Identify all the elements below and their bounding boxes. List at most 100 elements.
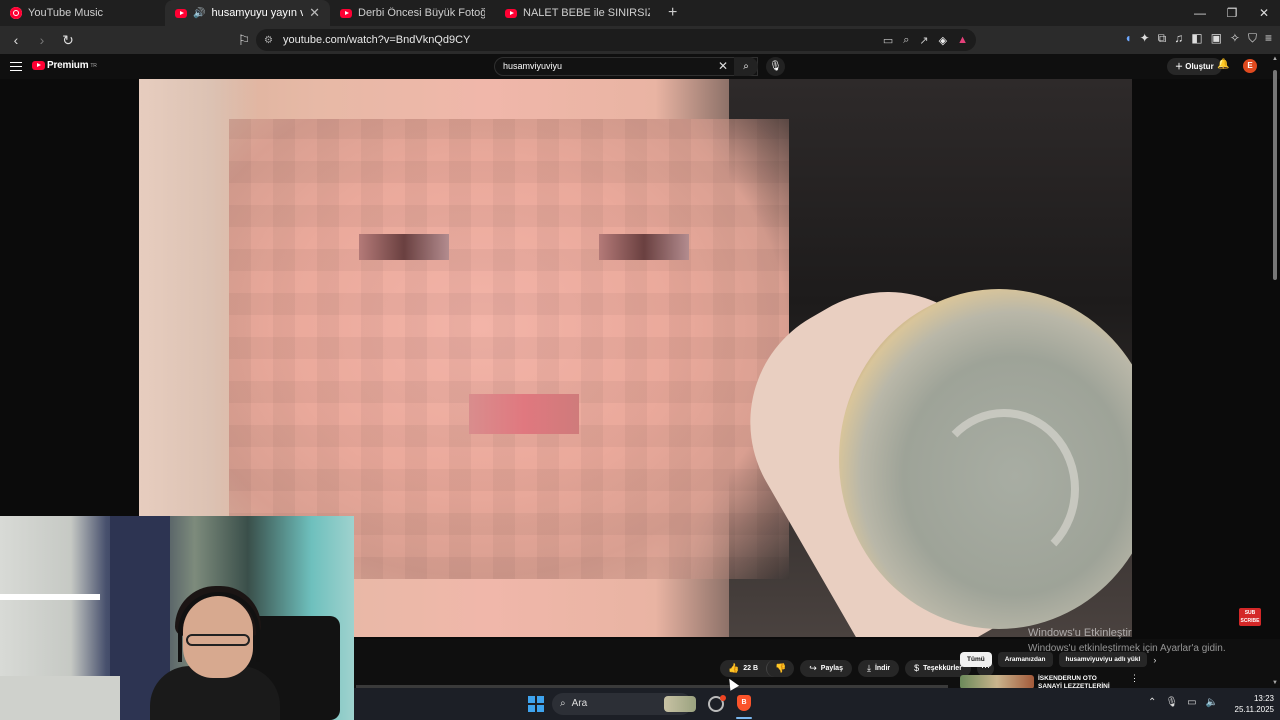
subscribe-badge[interactable]: SUB SCRIBE: [1239, 608, 1261, 626]
create-label: Oluştur: [1185, 62, 1214, 71]
close-tab-icon[interactable]: ✕: [309, 5, 320, 21]
speaker-icon[interactable]: 🔊: [193, 8, 205, 19]
chevron-up-icon[interactable]: ⌃: [1148, 697, 1156, 708]
search-icon: ⌕: [560, 698, 566, 709]
pixelated-eye-left: [359, 234, 449, 260]
scrollbar-thumb[interactable]: [1273, 70, 1277, 280]
microphone-icon: 🎙: [769, 61, 782, 72]
logo-text: Premium: [47, 60, 89, 71]
like-button[interactable]: 👍 22 B: [720, 660, 766, 677]
recommendation-thumbnail[interactable]: [960, 675, 1034, 689]
audio-icon[interactable]: ◖: [1124, 31, 1131, 46]
notifications-bell-icon[interactable]: 🔔: [1217, 59, 1229, 70]
url-text[interactable]: youtube.com/watch?v=BndVknQd9CY: [283, 34, 470, 46]
volume-icon[interactable]: 🔈: [1206, 697, 1218, 708]
youtube-play-icon: [32, 61, 45, 70]
clear-search-icon[interactable]: ✕: [718, 57, 728, 76]
youtube-header: Premium TR husamviyuviyu ✕ ⌕ 🎙 ＋ Oluştur…: [0, 54, 1280, 79]
thanks-label: Teşekkürler: [923, 665, 962, 672]
screenshot-icon[interactable]: ⧉: [1158, 31, 1167, 46]
hamburger-menu-icon[interactable]: [10, 59, 22, 74]
brave-browser-icon[interactable]: B: [737, 695, 751, 711]
windows-activation-title: Windows'u Etkinleştir: [1028, 627, 1132, 639]
video-actions: 👍 22 B 👎 ↪ Paylaş ⤓ İndir $ Teşekkürler …: [720, 660, 994, 677]
menu-icon[interactable]: ≡: [1265, 31, 1272, 46]
tab-title: NALET BEBE ile SINIRSIZ YEMEK TUR: [523, 7, 650, 19]
chip-from-search[interactable]: Aramanızdan: [997, 652, 1053, 667]
wallet-icon[interactable]: ▣: [1211, 31, 1222, 46]
scroll-down-arrow-icon[interactable]: ▼: [1272, 680, 1278, 686]
logo-region: TR: [90, 62, 97, 69]
system-tray: ⌃ 🎙 ▭ 🔈: [1148, 697, 1218, 708]
window-controls: — ❐ ✕: [1184, 0, 1280, 26]
youtube-logo[interactable]: Premium TR: [32, 60, 97, 71]
new-tab-button[interactable]: +: [660, 4, 685, 22]
brave-shields-icon[interactable]: ◈: [939, 34, 947, 47]
site-settings-icon[interactable]: ⚙: [264, 35, 273, 46]
voice-search-button[interactable]: 🎙: [766, 57, 785, 76]
browser-tab-strip: YouTube Music 🔊 husamyuyu yayın vakti 11…: [0, 0, 1280, 26]
bookmark-icon[interactable]: ⚐: [234, 32, 254, 49]
browser-toolbar: ‹ › ↻ ⚐ ⚙ youtube.com/watch?v=BndVknQd9C…: [0, 26, 1280, 54]
brave-rewards-icon[interactable]: ▲: [957, 34, 968, 47]
taskbar-clock[interactable]: 13:23 25.11.2025: [1224, 693, 1274, 715]
clock-time: 13:23: [1253, 694, 1274, 703]
music-icon[interactable]: ♫: [1174, 31, 1183, 46]
cast-icon[interactable]: ▭: [883, 34, 893, 47]
address-bar[interactable]: ⚙ youtube.com/watch?v=BndVknQd9CY ▭ ⌕ ↗ …: [256, 29, 976, 51]
youtube-music-icon: [10, 7, 22, 19]
windows-start-icon[interactable]: [528, 696, 544, 712]
webcam-overlay: [0, 516, 354, 720]
recommendation-more-icon[interactable]: ⋮: [1130, 673, 1139, 684]
webcam-desk: [0, 676, 120, 720]
tab-youtube-music[interactable]: YouTube Music: [0, 0, 165, 26]
minimize-icon[interactable]: —: [1184, 0, 1216, 26]
youtube-icon: [175, 8, 187, 18]
leo-ai-icon[interactable]: ✧: [1230, 31, 1240, 46]
share-label: Paylaş: [820, 665, 843, 672]
taskbar-search-placeholder: Ara: [571, 698, 588, 709]
share-button[interactable]: ↪ Paylaş: [800, 660, 852, 677]
download-icon: ⤓: [866, 663, 871, 673]
back-icon[interactable]: ‹: [6, 32, 26, 48]
super-thanks-icon: $: [914, 663, 920, 673]
thumbs-up-icon: 👍: [728, 663, 740, 673]
tab-derbi-video[interactable]: Derbi Öncesi Büyük Fotoğraf: Fenerb: [330, 0, 495, 26]
reload-icon[interactable]: ↻: [58, 32, 78, 49]
avatar[interactable]: E: [1243, 59, 1257, 73]
active-app-indicator: [736, 717, 752, 719]
search-highlight-icon[interactable]: [664, 696, 696, 712]
download-button[interactable]: ⤓ İndir: [857, 660, 900, 677]
tab-title: YouTube Music: [28, 7, 104, 19]
sidebar-icon[interactable]: ◧: [1191, 31, 1202, 46]
extensions-icon[interactable]: ✦: [1140, 31, 1150, 46]
search-button[interactable]: ⌕: [734, 57, 758, 76]
vpn-icon[interactable]: ⛉: [1248, 31, 1257, 46]
chevron-right-icon[interactable]: ›: [1153, 655, 1156, 665]
youtube-icon: [340, 8, 352, 18]
close-window-icon[interactable]: ✕: [1248, 0, 1280, 26]
forward-icon[interactable]: ›: [32, 32, 52, 48]
windows-taskbar: ⌕ Ara B ⌃ 🎙 ▭ 🔈 13:23 25.11.2025: [354, 688, 1280, 720]
network-icon[interactable]: ▭: [1187, 697, 1196, 708]
share-icon[interactable]: ↗: [919, 34, 928, 47]
page-scrollbar[interactable]: [1272, 58, 1278, 688]
chip-all[interactable]: Tümü: [960, 652, 992, 667]
create-button[interactable]: ＋ Oluştur: [1167, 58, 1222, 75]
address-bar-actions: ▭ ⌕ ↗ ◈ ▲: [883, 34, 968, 47]
video-frame-cup-highlight: [929, 409, 1079, 569]
microphone-icon[interactable]: 🎙: [1165, 697, 1178, 708]
dislike-button[interactable]: 👎: [766, 660, 794, 677]
recommendation-chips: Tümü Aramanızdan husamviyuviyu adlı yükl…: [960, 652, 1156, 667]
share-arrow-icon: ↪: [809, 663, 817, 673]
download-label: İndir: [874, 665, 891, 672]
pixelated-eye-right: [599, 234, 689, 260]
pixelated-face: [229, 119, 789, 579]
restore-icon[interactable]: ❐: [1216, 0, 1248, 26]
like-count: 22 B: [743, 665, 759, 672]
zoom-icon[interactable]: ⌕: [903, 34, 909, 47]
chip-channel-uploads[interactable]: husamviyuviyu adlı yükl: [1058, 652, 1148, 667]
extensions-row: ◖ ✦ ⧉ ♫ ◧ ▣ ✧ ⛉ ≡: [1124, 31, 1272, 46]
tab-nalet-bebe-video[interactable]: NALET BEBE ile SINIRSIZ YEMEK TUR: [495, 0, 660, 26]
tab-current-video[interactable]: 🔊 husamyuyu yayın vakti 11 - Y ✕: [165, 0, 330, 26]
